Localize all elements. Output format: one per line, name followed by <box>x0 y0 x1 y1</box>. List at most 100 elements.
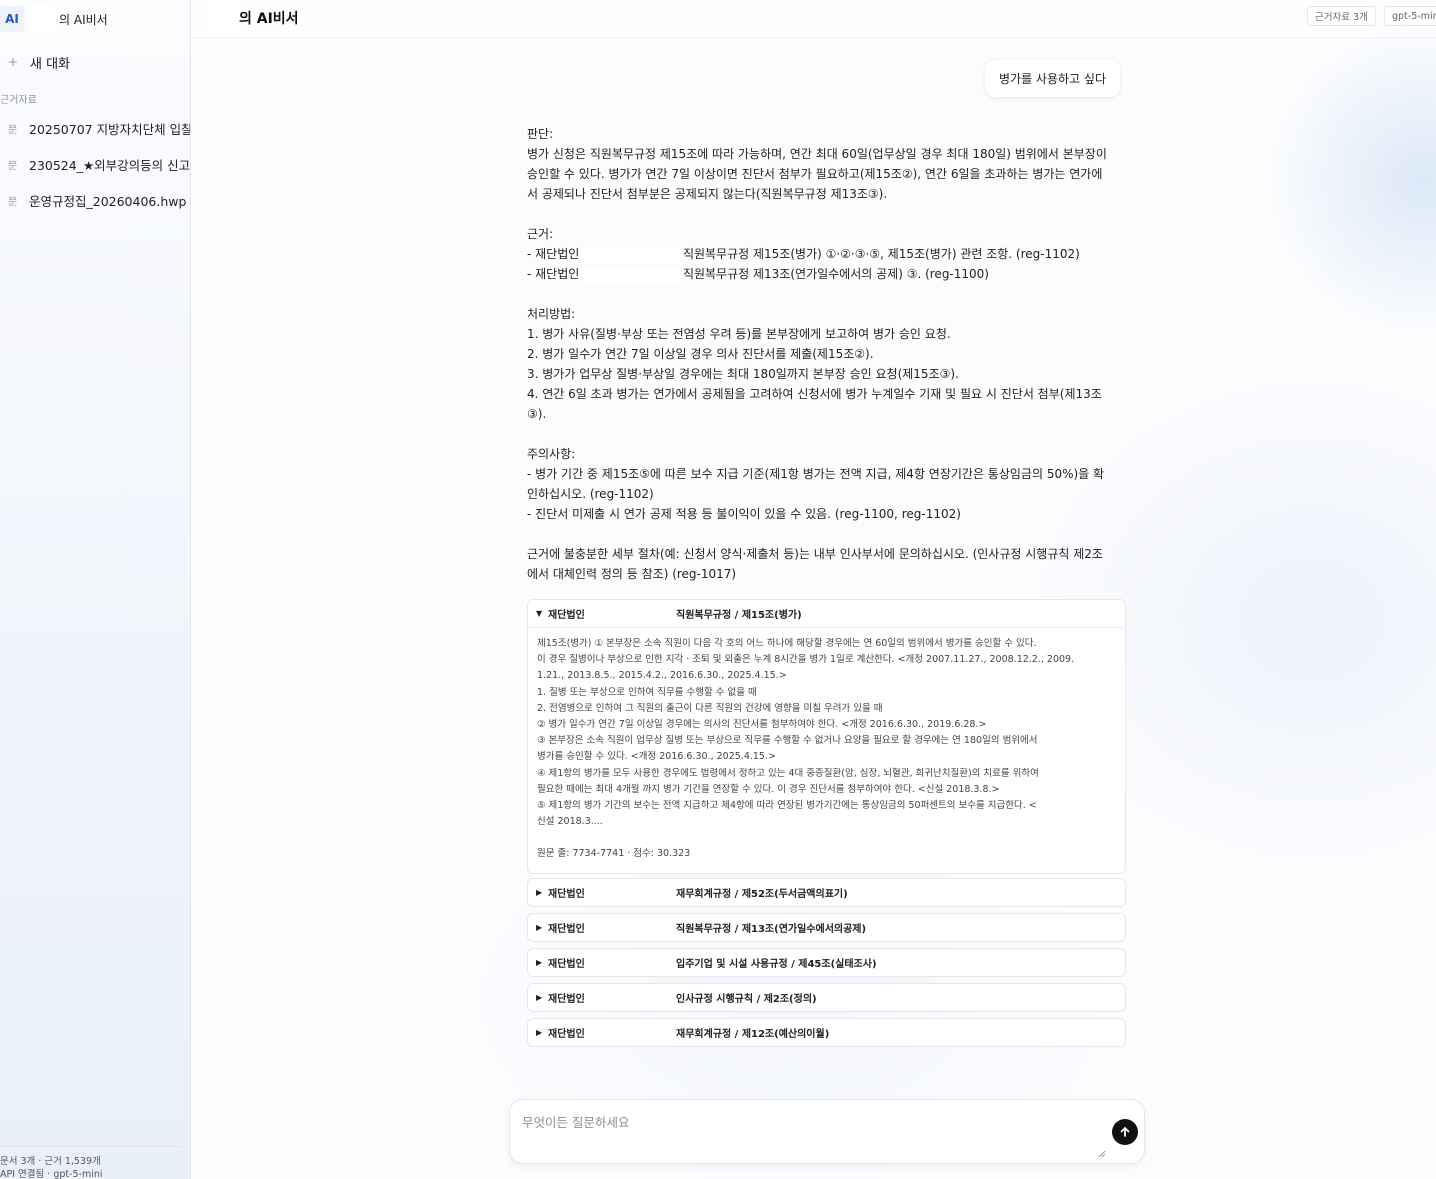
answer-line: 근거: <box>527 224 1127 244</box>
excerpt-line: 필요한 때에는 최대 4개월 까지 병가 기간을 연장할 수 있다. 이 경우 … <box>537 783 1000 795</box>
evidence-card: ▶ 재단법인 직원복무규정 / 제13조(연가일수에서의공제) <box>527 913 1126 942</box>
brand: AI 의 AI비서 <box>0 6 108 32</box>
assistant-answer: 판단: 병가 신청은 직원복무규정 제15조에 따라 가능하며, 연간 최대 60… <box>527 124 1127 584</box>
evidence-excerpt: 제15조(병가) ① 본부장은 소속 직원이 다음 각 호의 어느 하나에 해당… <box>528 627 1125 873</box>
excerpt-line: ③ 본부장은 소속 직원이 업무상 질병 또는 부상으로 직무를 수행할 수 없… <box>537 735 1038 747</box>
caret-right-icon: ▶ <box>536 993 543 1002</box>
answer-text: - 재단법인 <box>527 247 584 261</box>
sidebar-status: 문서 3개 · 근거 1,539개 API 연결됨 · gpt-5-mini <box>0 1146 182 1179</box>
answer-text: 판단: <box>527 127 554 141</box>
evidence-reference: 입주기업 및 시설 사용규정 / 제45조(실태조사) <box>676 959 877 970</box>
excerpt-line: 원문 줄: 7734-7741 · 점수: 30.323 <box>537 848 691 860</box>
answer-line: ③). <box>527 404 1127 424</box>
question-input[interactable] <box>522 1112 1102 1152</box>
evidence-card: ▶ 재단법인 재무회계규정 / 제52조(두서금액의표기) <box>527 878 1126 907</box>
document-icon: 문 <box>8 160 18 172</box>
answer-text: 인하십시오. (reg-1102) <box>527 487 654 501</box>
answer-text: 서 공제되나 진단서 첨부분은 공제되지 않는다(직원복무규정 제13조③). <box>527 187 888 201</box>
answer-line: 에서 대체인력 정의 등 참조) (reg-1017) <box>527 564 1127 584</box>
sources-section-label: 근거자료 <box>0 95 37 106</box>
source-document-item[interactable]: 문 운영규정집_20260406.hwp <box>8 190 190 210</box>
excerpt-line: 병가를 승인할 수 있다. <개정 2016.6.30., 2025.4.15.… <box>537 751 776 763</box>
answer-spacer <box>527 424 1127 444</box>
new-chat-button[interactable]: + 새 대화 <box>8 51 70 73</box>
excerpt-spacer <box>537 830 1116 846</box>
excerpt-line: 1.21., 2013.8.5., 2015.4.2., 2016.6.30.,… <box>537 670 787 682</box>
answer-text: 병가 신청은 직원복무규정 제15조에 따라 가능하며, 연간 최대 60일(업… <box>527 147 1107 161</box>
answer-text: 1. 병가 사유(질병·부상 또는 전염성 우려 등)를 본부장에게 보고하여 … <box>527 327 951 341</box>
page-title: 의 AI비서 <box>239 11 299 27</box>
answer-line: 인하십시오. (reg-1102) <box>527 484 1127 504</box>
answer-line: 병가 신청은 직원복무규정 제15조에 따라 가능하며, 연간 최대 60일(업… <box>527 144 1127 164</box>
user-message: 병가를 사용하고 싶다 <box>985 60 1120 97</box>
answer-text: 4. 연간 6일 초과 병가는 연가에서 공제됨을 고려하여 신청서에 병가 누… <box>527 387 1102 401</box>
answer-text: ③). <box>527 407 547 421</box>
document-name: 20250707 지방자치단체 입찰 <box>29 121 191 137</box>
plus-icon: + <box>8 55 19 69</box>
source-document-item[interactable]: 문 230524_★외부강의등의 신고 <box>8 154 190 174</box>
sources-count-badge[interactable]: 근거자료 3개 <box>1307 6 1376 26</box>
answer-line: 1. 병가 사유(질병·부상 또는 전염성 우려 등)를 본부장에게 보고하여 … <box>527 324 1127 344</box>
redacted-org-name <box>583 266 680 283</box>
answer-text: 근거에 불충분한 세부 절차(예: 신청서 양식·제출처 등)는 내부 인사부서… <box>527 547 1103 561</box>
evidence-org: 재단법인 <box>548 959 585 970</box>
sidebar: AI 의 AI비서 + 새 대화 근거자료 문 20250707 지방자치단체 … <box>0 0 191 1179</box>
evidence-card: ▼ 재단법인 직원복무규정 / 제15조(병가) 제15조(병가) ① 본부장은 소속… <box>527 599 1126 874</box>
answer-line: 2. 병가 일수가 연간 7일 이상일 경우 의사 진단서를 제출(제15조②)… <box>527 344 1127 364</box>
caret-down-icon: ▼ <box>536 609 543 618</box>
answer-spacer <box>527 524 1127 544</box>
answer-line: 서 공제되나 진단서 첨부분은 공제되지 않는다(직원복무규정 제13조③). <box>527 184 1127 204</box>
top-bar: 의 AI비서 근거자료 3개 gpt-5-mini <box>192 0 1436 38</box>
evidence-toggle[interactable]: ▼ 재단법인 직원복무규정 / 제15조(병가) <box>528 600 1125 627</box>
evidence-toggle[interactable]: ▶ 재단법인 입주기업 및 시설 사용규정 / 제45조(실태조사) <box>528 949 1125 976</box>
caret-right-icon: ▶ <box>536 923 543 932</box>
answer-text: - 병가 기간 중 제15조⑤에 따른 보수 지급 기준(제1항 병가는 전액 … <box>527 467 1105 481</box>
excerpt-line: ② 병가 일수가 연간 7일 이상일 경우에는 의사의 진단서를 첨부하여야 한… <box>537 718 987 730</box>
answer-line: 4. 연간 6일 초과 병가는 연가에서 공제됨을 고려하여 신청서에 병가 누… <box>527 384 1127 404</box>
redacted-org-name <box>27 6 55 32</box>
evidence-org: 재단법인 <box>548 610 585 621</box>
brand-logo: AI <box>0 6 24 32</box>
document-icon: 문 <box>8 124 18 136</box>
evidence-reference: 인사규정 시행규칙 / 제2조(정의) <box>676 994 817 1005</box>
evidence-org: 재단법인 <box>548 924 585 935</box>
model-selector[interactable]: gpt-5-mini <box>1384 6 1436 26</box>
evidence-reference: 직원복무규정 / 제13조(연가일수에서의공제) <box>676 924 867 935</box>
send-button[interactable] <box>1112 1119 1138 1145</box>
answer-text: - 진단서 미제출 시 연가 공제 적용 등 불이익이 있을 수 있음. (re… <box>527 507 961 521</box>
evidence-org: 재단법인 <box>548 1029 585 1040</box>
excerpt-line: 신설 2018.3.... <box>537 816 603 828</box>
excerpt-line: 2. 전염병으로 인하여 그 직원의 출근이 다른 직원의 건강에 영향을 미칠… <box>537 702 883 714</box>
answer-line: 처리방법: <box>527 304 1127 324</box>
evidence-toggle[interactable]: ▶ 재단법인 직원복무규정 / 제13조(연가일수에서의공제) <box>528 914 1125 941</box>
new-chat-label: 새 대화 <box>30 56 71 72</box>
source-document-item[interactable]: 문 20250707 지방자치단체 입찰 <box>8 118 191 138</box>
resize-handle-icon[interactable] <box>1098 1150 1106 1158</box>
answer-line: 승인할 수 있다. 병가가 연간 7일 이상이면 진단서 첨부가 필요하고(제1… <box>527 164 1127 184</box>
answer-text: 에서 대체인력 정의 등 참조) (reg-1017) <box>527 567 737 581</box>
answer-text: - 재단법인 <box>527 267 584 281</box>
evidence-toggle[interactable]: ▶ 재단법인 재무회계규정 / 제12조(예산의이월) <box>528 1019 1125 1046</box>
evidence-card: ▶ 재단법인 인사규정 시행규칙 / 제2조(정의) <box>527 983 1126 1012</box>
caret-right-icon: ▶ <box>536 888 543 897</box>
caret-right-icon: ▶ <box>536 1028 543 1037</box>
answer-text: 근거: <box>527 227 554 241</box>
answer-line: 판단: <box>527 124 1127 144</box>
answer-line: - 병가 기간 중 제15조⑤에 따른 보수 지급 기준(제1항 병가는 전액 … <box>527 464 1127 484</box>
excerpt-line: 이 경우 질병이나 부상으로 인한 지각 · 조퇴 및 외출은 누계 8시간을 … <box>537 654 1075 666</box>
redacted-org-name <box>583 246 680 263</box>
evidence-toggle[interactable]: ▶ 재단법인 재무회계규정 / 제52조(두서금액의표기) <box>528 879 1125 906</box>
redacted-org-name <box>209 5 235 29</box>
evidence-reference: 직원복무규정 / 제15조(병가) <box>676 610 802 621</box>
evidence-toggle[interactable]: ▶ 재단법인 인사규정 시행규칙 / 제2조(정의) <box>528 984 1125 1011</box>
answer-text: 직원복무규정 제15조(병가) ①·②·③·⑤, 제15조(병가) 관련 조항.… <box>679 247 1080 261</box>
answer-line: - 재단법인 직원복무규정 제13조(연가일수에서의 공제) ③. (reg-1… <box>527 264 1127 284</box>
answer-spacer <box>527 284 1127 304</box>
api-connection-status: API 연결됨 · gpt-5-mini <box>0 1169 103 1179</box>
arrow-up-icon <box>1120 1127 1130 1137</box>
answer-line: 주의사항: <box>527 444 1127 464</box>
excerpt-line: 제15조(병가) ① 본부장은 소속 직원이 다음 각 호의 어느 하나에 해당… <box>537 638 1037 649</box>
answer-line: - 진단서 미제출 시 연가 공제 적용 등 불이익이 있을 수 있음. (re… <box>527 504 1127 524</box>
document-count-status: 문서 3개 · 근거 1,539개 <box>0 1156 101 1167</box>
composer <box>509 1099 1145 1164</box>
